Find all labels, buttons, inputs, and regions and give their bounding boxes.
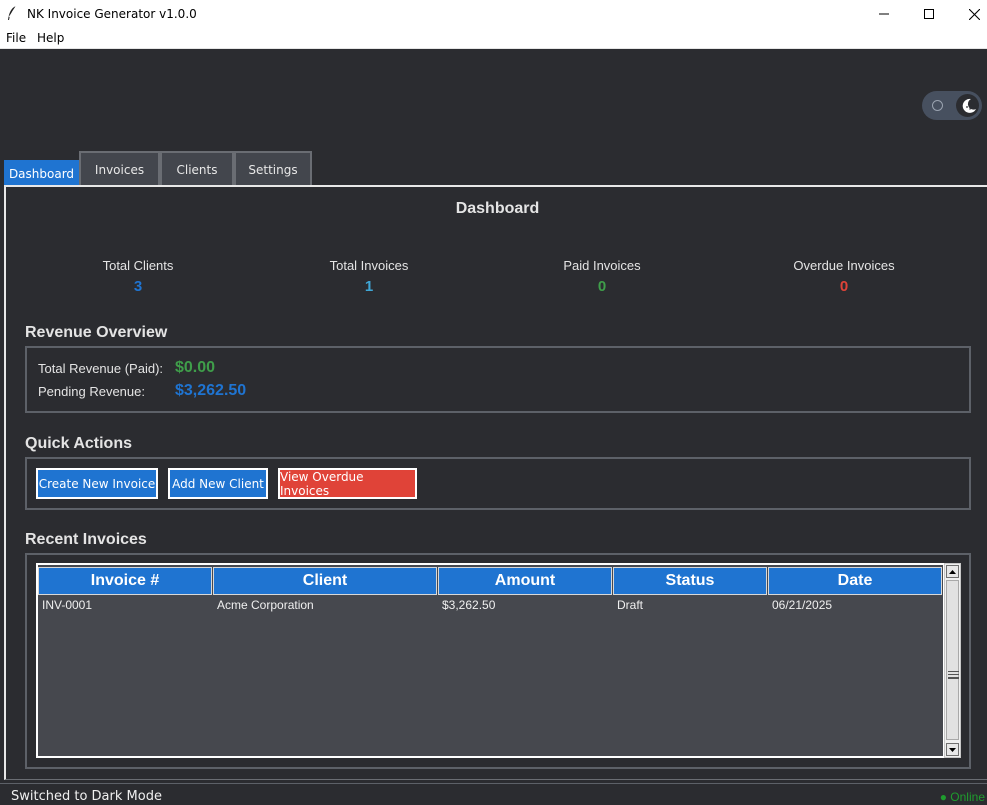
create-invoice-button[interactable]: Create New Invoice [36,468,158,499]
menu-help[interactable]: Help [37,31,64,45]
stat-paid-invoices-label: Paid Invoices [563,258,641,273]
stat-paid-invoices-value: 0 [597,278,607,295]
moon-icon [960,97,978,120]
theme-toggle[interactable] [922,91,982,120]
add-client-button[interactable]: Add New Client [168,468,268,499]
quick-actions-box [25,457,971,510]
column-header-invoice-number[interactable]: Invoice # [38,567,212,595]
revenue-pending-label: Pending Revenue: [38,384,145,399]
tab-clients[interactable]: Clients [160,151,234,186]
column-header-status[interactable]: Status [613,567,767,595]
status-bar: Switched to Dark Mode ● Online [0,783,987,805]
revenue-overview-box [25,346,971,413]
stat-total-clients-value: 3 [133,278,143,295]
cell-invoice-number: INV-0001 [42,598,93,612]
connection-status: ● Online [939,790,985,804]
window-title: NK Invoice Generator v1.0.0 [27,7,197,21]
revenue-overview-title: Revenue Overview [25,324,168,341]
cell-client: Acme Corporation [217,598,314,612]
maximize-icon [924,9,934,19]
revenue-paid-label: Total Revenue (Paid): [38,361,164,376]
page-title: Dashboard [455,200,540,217]
maximize-button[interactable] [906,0,952,28]
arrow-up-icon [949,569,956,574]
view-overdue-button[interactable]: View Overdue Invoices [278,468,417,499]
cell-date: 06/21/2025 [772,598,833,612]
table-scrollbar[interactable] [944,563,961,758]
stat-total-invoices-label: Total Invoices [329,258,409,273]
tab-dashboard[interactable]: Dashboard [4,160,79,186]
close-icon [968,8,980,20]
feather-icon [6,5,22,23]
quick-actions-title: Quick Actions [25,435,132,452]
minimize-button[interactable] [861,0,907,28]
arrow-down-icon [949,747,956,752]
stat-overdue-invoices-label: Overdue Invoices [793,258,895,273]
stat-total-invoices-value: 1 [364,278,374,295]
status-message: Switched to Dark Mode [11,789,162,804]
column-header-client[interactable]: Client [213,567,437,595]
minimize-icon [879,13,889,15]
stat-total-clients-label: Total Clients [102,258,174,273]
revenue-paid-value: $0.00 [175,359,216,376]
stat-overdue-invoices-value: 0 [839,278,849,295]
grip-icon [948,671,959,679]
recent-invoices-title: Recent Invoices [25,531,147,548]
column-header-date[interactable]: Date [768,567,942,595]
scroll-up-button[interactable] [946,565,959,578]
cell-amount: $3,262.50 [442,598,496,612]
menu-bar: File Help [0,28,987,49]
column-header-amount[interactable]: Amount [438,567,612,595]
sun-icon [931,99,944,117]
menu-file[interactable]: File [6,31,26,45]
scroll-thumb[interactable] [946,580,959,740]
title-bar: NK Invoice Generator v1.0.0 [0,0,987,28]
close-button[interactable] [951,0,987,28]
cell-status: Draft [617,598,644,612]
scroll-down-button[interactable] [946,743,959,756]
tab-invoices[interactable]: Invoices [79,151,160,186]
revenue-pending-value: $3,262.50 [175,382,247,399]
tab-settings[interactable]: Settings [234,151,312,186]
